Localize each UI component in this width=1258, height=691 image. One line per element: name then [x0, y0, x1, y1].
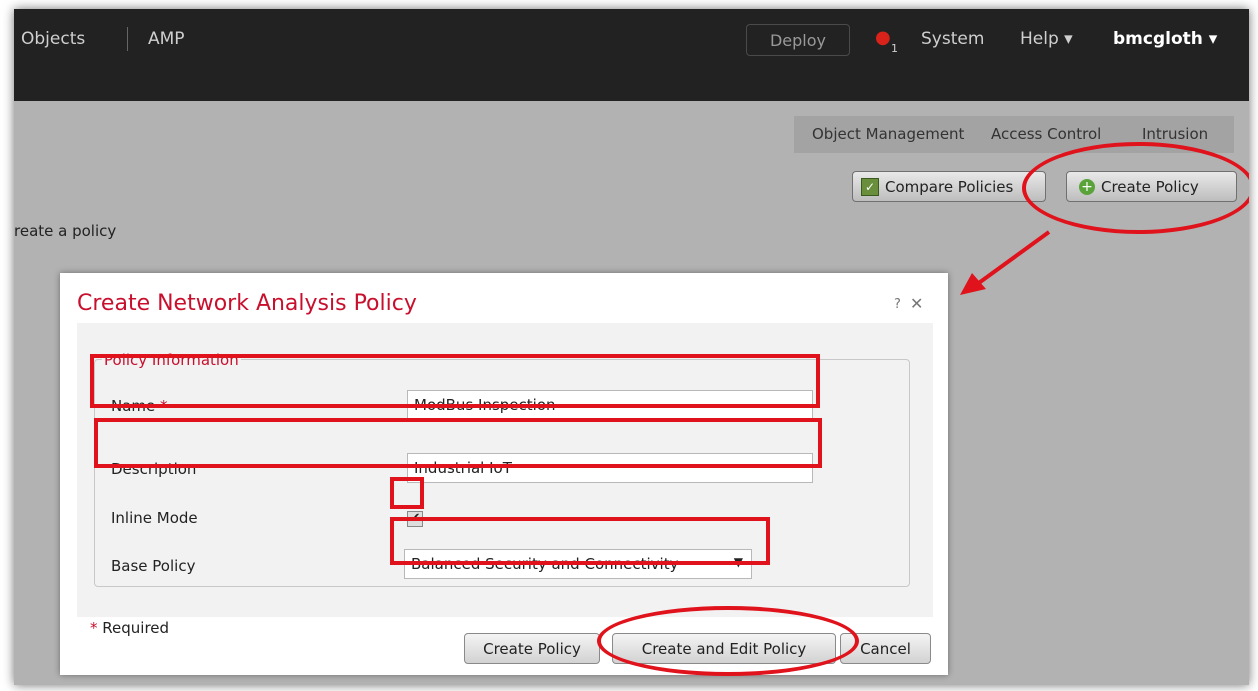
alert-icon[interactable]: ● — [875, 27, 892, 48]
compare-policies-button[interactable]: ✓ Compare Policies — [852, 171, 1046, 202]
nav-divider — [127, 27, 128, 51]
annotation-ellipse-create-policy — [1022, 142, 1249, 234]
annotation-box-inline-mode — [390, 477, 424, 509]
nav-item-system[interactable]: System — [921, 29, 984, 49]
alert-count: 1 — [891, 42, 898, 55]
subnav-access-control[interactable]: Access Control — [991, 125, 1101, 143]
dialog-title: Create Network Analysis Policy — [77, 291, 417, 316]
annotation-box-name — [90, 354, 820, 408]
nav-item-amp[interactable]: AMP — [148, 29, 185, 49]
user-menu[interactable]: bmcgloth ▾ — [1113, 29, 1217, 49]
annotation-box-base-policy — [390, 517, 770, 565]
page: Objects AMP Deploy ● 1 System Help ▾ bmc… — [0, 0, 1258, 691]
create-policy-hint: reate a policy — [14, 222, 117, 240]
annotation-box-description — [94, 418, 822, 468]
required-note-text: Required — [102, 619, 170, 637]
help-icon[interactable]: ? — [894, 297, 901, 312]
top-nav-bar: Objects AMP Deploy ● 1 System Help ▾ bmc… — [14, 9, 1249, 101]
base-policy-label: Base Policy — [111, 557, 196, 575]
deploy-button[interactable]: Deploy — [746, 24, 850, 56]
compare-policies-label: Compare Policies — [885, 177, 1014, 196]
compare-icon: ✓ — [861, 177, 879, 196]
screenshot-panel: Objects AMP Deploy ● 1 System Help ▾ bmc… — [14, 9, 1249, 685]
annotation-ellipse-create-and-edit — [597, 606, 859, 676]
dialog-create-policy-button[interactable]: Create Policy — [464, 633, 600, 664]
inline-mode-label: Inline Mode — [111, 509, 198, 527]
subnav-object-management[interactable]: Object Management — [812, 125, 964, 143]
required-note-star: * — [90, 619, 98, 637]
required-note: * Required — [90, 619, 169, 637]
subnav-intrusion[interactable]: Intrusion — [1142, 125, 1208, 143]
nav-item-objects[interactable]: Objects — [21, 29, 85, 49]
annotation-arrow — [960, 230, 1051, 295]
close-icon[interactable]: ✕ — [910, 294, 923, 313]
nav-item-help[interactable]: Help ▾ — [1020, 29, 1073, 49]
